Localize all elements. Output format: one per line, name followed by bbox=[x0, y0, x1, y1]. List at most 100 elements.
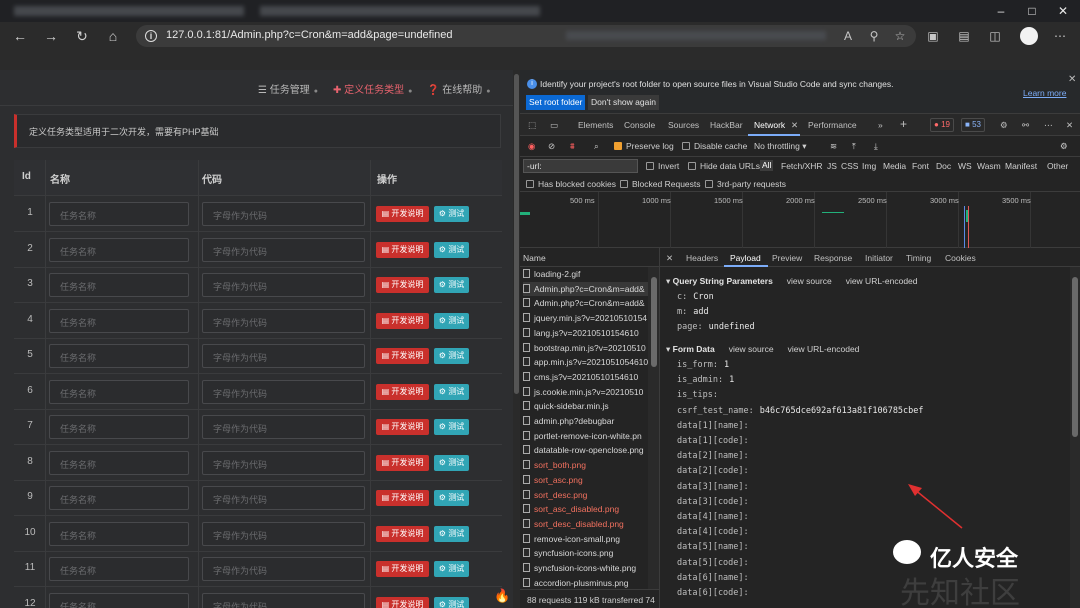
clear-icon[interactable]: ⊘ bbox=[548, 141, 555, 152]
request-item[interactable]: sort_asc.png bbox=[523, 473, 648, 488]
type-filter-ws[interactable]: WS bbox=[958, 161, 972, 171]
connect-icon[interactable]: ⚯ bbox=[1022, 120, 1029, 131]
type-filter-js[interactable]: JS bbox=[827, 161, 837, 171]
nav-define-type[interactable]: ✚ 定义任务类型 ● bbox=[333, 81, 412, 96]
upload-icon[interactable]: ⤒ bbox=[852, 141, 856, 152]
type-filter-media[interactable]: Media bbox=[883, 161, 906, 171]
test-button[interactable]: ⚙ 测试 bbox=[434, 419, 469, 435]
task-name-input[interactable]: 任务名称 bbox=[49, 415, 189, 439]
form-section-header[interactable]: ▾ Form Data view source view URL-encoded bbox=[666, 344, 859, 355]
type-filter-other[interactable]: Other bbox=[1047, 161, 1068, 171]
dev-notes-button[interactable]: ▤ 开发说明 bbox=[376, 348, 429, 364]
back-icon[interactable]: ← bbox=[12, 28, 28, 44]
split-icon[interactable]: ◫ bbox=[987, 28, 1003, 44]
type-filter-css[interactable]: CSS bbox=[841, 161, 858, 171]
request-item[interactable]: remove-icon-small.png bbox=[523, 532, 648, 547]
tab-sources[interactable]: Sources bbox=[668, 120, 699, 130]
dev-notes-button[interactable]: ▤ 开发说明 bbox=[376, 525, 429, 542]
close-detail-icon[interactable]: ✕ bbox=[666, 253, 673, 264]
type-filter-manifest[interactable]: Manifest bbox=[1005, 161, 1037, 171]
task-code-input[interactable]: 字母作为代码 bbox=[202, 202, 365, 226]
type-filter-img[interactable]: Img bbox=[862, 161, 876, 171]
filter-icon[interactable]: ⩩ bbox=[570, 141, 575, 152]
forward-icon[interactable]: → bbox=[43, 28, 59, 44]
dev-notes-button[interactable]: ▤ 开发说明 bbox=[376, 312, 429, 329]
test-button[interactable]: ⚙ 测试 bbox=[434, 348, 469, 364]
task-name-input[interactable]: 任务名称 bbox=[49, 202, 189, 226]
read-aloud-icon[interactable]: A bbox=[840, 28, 856, 44]
tab-performance[interactable]: Performance bbox=[808, 120, 857, 130]
query-section-header[interactable]: ▾ Query String Parameters view source view… bbox=[666, 276, 918, 287]
detail-scrollbar[interactable] bbox=[1070, 267, 1080, 608]
type-filter-fetchxhr[interactable]: Fetch/XHR bbox=[781, 161, 823, 171]
test-button[interactable]: ⚙ 测试 bbox=[434, 596, 469, 608]
detail-tab-cookies[interactable]: Cookies bbox=[945, 253, 976, 263]
name-column-header[interactable]: Name bbox=[520, 248, 660, 267]
home-icon[interactable]: ⌂ bbox=[105, 28, 121, 44]
request-item[interactable]: loading-2.gif bbox=[523, 267, 648, 282]
dev-notes-button[interactable]: ▤ 开发说明 bbox=[376, 596, 429, 608]
request-list-scrollbar[interactable] bbox=[648, 267, 660, 589]
url-field[interactable]: i 127.0.0.1:81/Admin.php?c=Cron&m=add&pa… bbox=[136, 25, 916, 47]
task-name-input[interactable]: 任务名称 bbox=[49, 379, 189, 404]
request-item[interactable]: syncfusion-icons-white.png bbox=[523, 561, 648, 576]
request-item[interactable]: app.min.js?v=2021051054610 bbox=[523, 355, 648, 370]
request-item[interactable]: sort_desc.png bbox=[523, 488, 648, 503]
request-item[interactable]: js.cookie.min.js?v=20210510 bbox=[523, 385, 648, 400]
detail-tab-initiator[interactable]: Initiator bbox=[865, 253, 893, 263]
disable-cache-checkbox[interactable]: Disable cache bbox=[682, 141, 747, 151]
detail-tab-payload[interactable]: Payload bbox=[730, 253, 761, 263]
maximize-icon[interactable]: □ bbox=[1024, 3, 1040, 19]
task-code-input[interactable]: 字母作为代码 bbox=[202, 450, 365, 475]
test-button[interactable]: ⚙ 测试 bbox=[434, 206, 469, 222]
request-item[interactable]: jquery.min.js?v=20210510154 bbox=[523, 311, 648, 326]
errors-badge[interactable]: ● 19 bbox=[930, 118, 954, 132]
task-name-input[interactable]: 任务名称 bbox=[49, 308, 189, 333]
minimize-icon[interactable]: – bbox=[993, 3, 1009, 19]
task-code-input[interactable]: 字母作为代码 bbox=[202, 415, 365, 439]
settings-icon[interactable]: ⚙ bbox=[1000, 120, 1008, 131]
tab-network[interactable]: Network bbox=[754, 120, 785, 130]
filter-input[interactable]: -url: bbox=[523, 159, 638, 173]
dev-notes-button[interactable]: ▤ 开发说明 bbox=[376, 490, 429, 506]
task-name-input[interactable]: 任务名称 bbox=[49, 237, 189, 262]
task-name-input[interactable]: 任务名称 bbox=[49, 486, 189, 510]
request-item[interactable]: bootstrap.min.js?v=20210510 bbox=[523, 341, 648, 356]
dev-notes-button[interactable]: ▤ 开发说明 bbox=[376, 241, 429, 258]
wifi-icon[interactable]: ≋ bbox=[830, 141, 837, 152]
task-name-input[interactable]: 任务名称 bbox=[49, 521, 189, 546]
invert-checkbox[interactable]: Invert bbox=[646, 161, 679, 171]
query-view-url-link[interactable]: view URL-encoded bbox=[846, 276, 918, 286]
page-scrollbar[interactable] bbox=[513, 70, 520, 608]
dev-notes-button[interactable]: ▤ 开发说明 bbox=[376, 454, 429, 471]
download-icon[interactable]: ⤓ bbox=[874, 141, 878, 152]
throttling-select[interactable]: No throttling ▾ bbox=[754, 141, 806, 152]
info-icon[interactable]: i bbox=[145, 30, 157, 42]
fire-icon[interactable]: 🔥 bbox=[494, 588, 510, 604]
request-scroll-thumb[interactable] bbox=[651, 277, 657, 367]
record-icon[interactable]: ◉ bbox=[528, 141, 535, 152]
task-code-input[interactable]: 字母作为代码 bbox=[202, 592, 365, 608]
test-button[interactable]: ⚙ 测试 bbox=[434, 490, 469, 506]
menu-icon[interactable]: ⋯ bbox=[1052, 28, 1068, 44]
blocked-cookies-checkbox[interactable]: Has blocked cookies bbox=[526, 179, 616, 189]
request-item[interactable]: sort_desc_disabled.png bbox=[523, 517, 648, 532]
query-view-source-link[interactable]: view source bbox=[787, 276, 832, 286]
nav-task-manage[interactable]: ☰ 任务管理 ● bbox=[258, 81, 318, 96]
task-name-input[interactable]: 任务名称 bbox=[49, 450, 189, 475]
dev-notes-button[interactable]: ▤ 开发说明 bbox=[376, 419, 429, 435]
type-filter-wasm[interactable]: Wasm bbox=[977, 161, 1001, 171]
task-code-input[interactable]: 字母作为代码 bbox=[202, 379, 365, 404]
detail-scroll-thumb[interactable] bbox=[1072, 277, 1078, 437]
collections-icon[interactable]: ▣ bbox=[925, 28, 941, 44]
tab-elements[interactable]: Elements bbox=[578, 120, 613, 130]
set-root-folder-button[interactable]: Set root folder bbox=[526, 95, 586, 110]
detail-tab-preview[interactable]: Preview bbox=[772, 253, 802, 263]
tab-console[interactable]: Console bbox=[624, 120, 655, 130]
request-item[interactable]: portlet-remove-icon-white.pn bbox=[523, 429, 648, 444]
request-item[interactable]: sort_both.png bbox=[523, 458, 648, 473]
test-button[interactable]: ⚙ 测试 bbox=[434, 525, 469, 542]
more-tabs-icon[interactable]: » bbox=[878, 120, 883, 130]
test-button[interactable]: ⚙ 测试 bbox=[434, 241, 469, 258]
device-icon[interactable]: ▭ bbox=[550, 120, 558, 131]
